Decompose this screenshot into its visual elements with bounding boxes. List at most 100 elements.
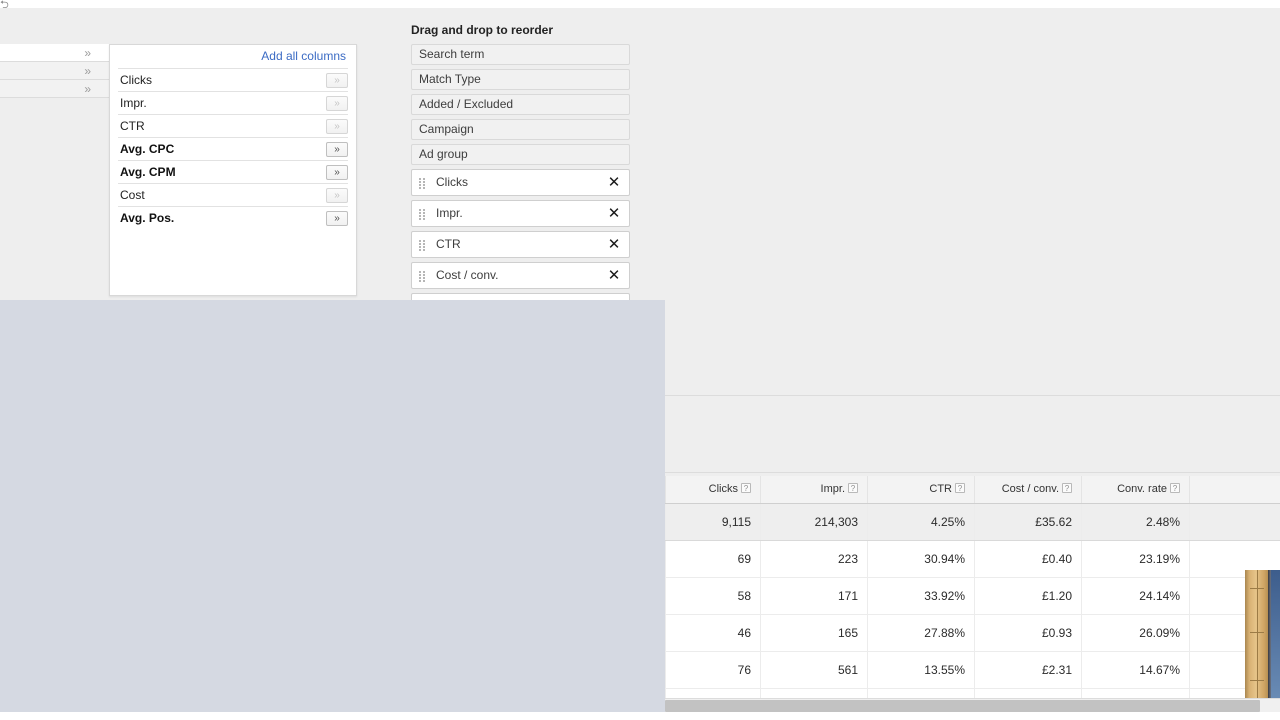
column-header-impr[interactable]: Impr.?: [760, 476, 868, 504]
product-thumbnail-image: [1245, 570, 1280, 710]
reorder-item-label: Impr.: [436, 206, 463, 220]
summary-cell-cost: £8,102.3: [1189, 503, 1280, 541]
column-header-label: Conv. rate: [1117, 483, 1167, 496]
drag-handle-icon[interactable]: [419, 178, 425, 189]
reorder-item-impr[interactable]: Impr. ✕: [411, 200, 630, 227]
column-header-label: Impr.: [820, 483, 845, 496]
cell-conv-rate: 23.68%: [1081, 688, 1190, 698]
cell-clicks: 69: [665, 540, 761, 578]
left-cut-row[interactable]: »: [0, 44, 109, 62]
left-cut-row[interactable]: »: [0, 62, 109, 80]
summary-cell-clicks: 9,115: [665, 503, 761, 541]
available-column-label: Avg. Pos.: [120, 211, 175, 225]
available-column-label: Impr.: [120, 96, 147, 110]
cell-impr: 561: [760, 651, 868, 689]
chevron-double-right-icon[interactable]: »: [84, 81, 91, 97]
chart-placeholder-panel: [665, 395, 1280, 473]
table-row[interactable]: 46 165 27.88% £0.93 26.09%: [665, 614, 1280, 652]
reorder-item-clicks[interactable]: Clicks ✕: [411, 169, 630, 196]
chevron-double-right-icon[interactable]: »: [84, 63, 91, 79]
chevron-double-right-icon[interactable]: »: [326, 187, 348, 203]
cell-cost-per-conv: £1.20: [974, 577, 1082, 615]
chevron-double-right-icon[interactable]: »: [326, 164, 348, 180]
cell-clicks: 76: [665, 651, 761, 689]
summary-cell-cost-per-conv: £35.62: [974, 503, 1082, 541]
cell-cost-per-conv: £0.40: [974, 540, 1082, 578]
column-header-cost[interactable]: Cost?: [1189, 476, 1280, 504]
cell-conv-rate: 14.67%: [1081, 651, 1190, 689]
column-header-conv-rate[interactable]: Conv. rate?: [1081, 476, 1190, 504]
reorder-panel-title: Drag and drop to reorder: [411, 23, 554, 37]
screen-root: ⮌ » » » Add all columns Clicks » Impr. »…: [0, 0, 1280, 720]
reorder-fixed-item-added-excluded: Added / Excluded: [411, 94, 630, 115]
door-panel-line: [1250, 632, 1264, 633]
reorder-panel-list: Search term Match Type Added / Excluded …: [411, 44, 630, 306]
corner-fragment-icon: ⮌: [0, 0, 9, 11]
available-column-cost[interactable]: Cost »: [118, 183, 348, 206]
help-icon[interactable]: ?: [741, 483, 751, 494]
reorder-fixed-item-match-type: Match Type: [411, 69, 630, 90]
available-column-label: Cost: [120, 188, 145, 202]
column-header-ctr[interactable]: CTR?: [867, 476, 975, 504]
summary-cell-impr: 214,303: [760, 503, 868, 541]
reorder-item-label: Clicks: [436, 175, 468, 189]
left-cut-row[interactable]: »: [0, 80, 109, 98]
close-icon[interactable]: ✕: [606, 236, 622, 253]
table-row[interactable]: 58 171 33.92% £1.20 24.14%: [665, 577, 1280, 615]
table-header-row: Clicks? Impr.? CTR? Cost / conv.? Conv. …: [665, 476, 1280, 504]
column-header-cost-per-conv[interactable]: Cost / conv.?: [974, 476, 1082, 504]
reorder-item-cost-per-conv[interactable]: Cost / conv. ✕: [411, 262, 630, 289]
cell-ctr: 27.88%: [867, 614, 975, 652]
table-summary-row: 9,115 214,303 4.25% £35.62 2.48% £8,102.…: [665, 503, 1280, 541]
column-header-label: CTR: [929, 483, 952, 496]
available-column-avg-cpm[interactable]: Avg. CPM »: [118, 160, 348, 183]
door-stile-line: [1257, 570, 1258, 710]
help-icon[interactable]: ?: [848, 483, 858, 494]
metrics-table-container[interactable]: Clicks? Impr.? CTR? Cost / conv.? Conv. …: [665, 476, 1280, 698]
help-icon[interactable]: ?: [1062, 483, 1072, 494]
available-column-ctr[interactable]: CTR »: [118, 114, 348, 137]
drag-handle-icon[interactable]: [419, 240, 425, 251]
close-icon[interactable]: ✕: [606, 267, 622, 284]
left-cut-rows: » » »: [0, 44, 109, 98]
help-icon[interactable]: ?: [1170, 483, 1180, 494]
cell-conv-rate: 26.09%: [1081, 614, 1190, 652]
drag-handle-icon[interactable]: [419, 271, 425, 282]
reorder-fixed-item-search-term: Search term: [411, 44, 630, 65]
cell-impr: 146: [760, 688, 868, 698]
reorder-fixed-item-ad-group: Ad group: [411, 144, 630, 165]
close-icon[interactable]: ✕: [606, 205, 622, 222]
table-row[interactable]: 76 561 13.55% £2.31 14.67%: [665, 651, 1280, 689]
table-row[interactable]: 69 223 30.94% £0.40 23.19% £6.3: [665, 540, 1280, 578]
available-column-avg-cpc[interactable]: Avg. CPC »: [118, 137, 348, 160]
cell-clicks: 46: [665, 614, 761, 652]
reorder-item-ctr[interactable]: CTR ✕: [411, 231, 630, 258]
bottom-white-strip: [0, 712, 1280, 720]
cell-impr: 171: [760, 577, 868, 615]
chevron-double-right-icon[interactable]: »: [326, 72, 348, 88]
help-icon[interactable]: ?: [955, 483, 965, 494]
chevron-double-right-icon[interactable]: »: [326, 118, 348, 134]
available-column-label: CTR: [120, 119, 145, 133]
cell-cost-per-conv: £2.31: [974, 651, 1082, 689]
horizontal-scrollbar-thumb[interactable]: [665, 700, 1260, 712]
chevron-double-right-icon[interactable]: »: [326, 141, 348, 157]
chevron-double-right-icon[interactable]: »: [84, 45, 91, 61]
overlay-shade: [0, 300, 665, 712]
metrics-table: Clicks? Impr.? CTR? Cost / conv.? Conv. …: [665, 476, 1280, 698]
summary-cell-conv-rate: 2.48%: [1081, 503, 1190, 541]
available-column-avg-pos[interactable]: Avg. Pos. »: [118, 206, 348, 229]
drag-handle-icon[interactable]: [419, 209, 425, 220]
column-header-clicks[interactable]: Clicks?: [665, 476, 761, 504]
available-column-impr[interactable]: Impr. »: [118, 91, 348, 114]
chevron-double-right-icon[interactable]: »: [326, 95, 348, 111]
available-column-label: Clicks: [120, 73, 152, 87]
available-columns-panel: Add all columns Clicks » Impr. » CTR » A…: [109, 44, 357, 296]
close-icon[interactable]: ✕: [606, 174, 622, 191]
cell-conv-rate: 24.14%: [1081, 577, 1190, 615]
add-all-columns-link[interactable]: Add all columns: [261, 49, 346, 63]
horizontal-scrollbar-track[interactable]: [665, 698, 1280, 712]
available-column-clicks[interactable]: Clicks »: [118, 68, 348, 91]
chevron-double-right-icon[interactable]: »: [326, 210, 348, 226]
table-row[interactable]: 38 146 26.03% £1.18 23.68%: [665, 688, 1280, 698]
